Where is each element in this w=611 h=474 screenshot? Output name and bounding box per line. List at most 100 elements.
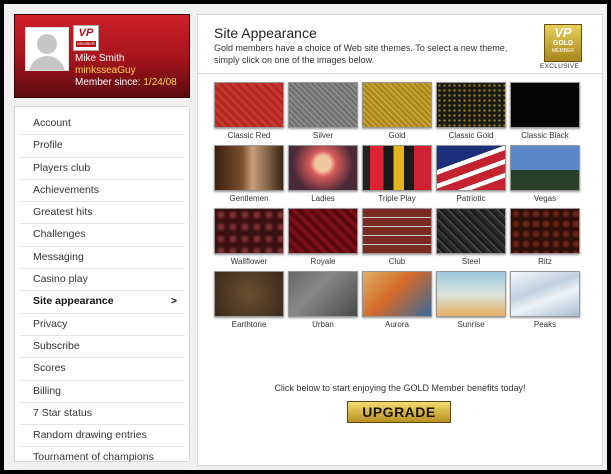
sidebar-item-scores[interactable]: Scores (19, 358, 185, 381)
main-panel: Site Appearance Gold members have a choi… (197, 14, 603, 466)
theme-silver[interactable]: Silver (288, 82, 358, 140)
sidebar-item-challenges[interactable]: Challenges (19, 224, 185, 247)
sidebar-item-label: Tournament of champions (33, 451, 154, 464)
sidebar-item-billing[interactable]: Billing (19, 381, 185, 403)
theme-label: Patriotic (456, 194, 486, 203)
theme-label: Urban (312, 320, 334, 329)
theme-classic-black[interactable]: Classic Black (510, 82, 580, 140)
sidebar-item-casino-play[interactable]: Casino play (19, 269, 185, 292)
theme-label: Triple Play (378, 194, 416, 203)
theme-swatch-patriotic[interactable] (436, 145, 506, 191)
sidebar-item-privacy[interactable]: Privacy (19, 314, 185, 336)
theme-aurora[interactable]: Aurora (362, 271, 432, 329)
gold-badge-member: MEMBER (552, 48, 574, 54)
sidebar-item-players-club[interactable]: Players club (19, 158, 185, 180)
theme-label: Steel (461, 257, 481, 266)
theme-vegas[interactable]: Vegas (510, 145, 580, 203)
theme-label: Classic Gold (448, 131, 494, 140)
badge-vp-text: VP (78, 27, 94, 39)
member-since: Member since: 1/24/08 (75, 77, 177, 88)
page-frame: VP MEMBER Mike Smith minksseaGuy Member … (4, 4, 607, 470)
theme-swatch-triple-play[interactable] (362, 145, 432, 191)
theme-gentlemen[interactable]: Gentlemen (214, 145, 284, 203)
theme-label: Sunrise (457, 320, 485, 329)
theme-urban[interactable]: Urban (288, 271, 358, 329)
theme-earthtone[interactable]: Earthtone (214, 271, 284, 329)
avatar (25, 27, 69, 71)
sidebar-item-achievements[interactable]: Achievements (19, 180, 185, 203)
theme-swatch-sunrise[interactable] (436, 271, 506, 317)
theme-classic-red[interactable]: Classic Red (214, 82, 284, 140)
theme-ladies[interactable]: Ladies (288, 145, 358, 203)
sidebar-item-random-drawing-entries[interactable]: Random drawing entries (19, 425, 185, 448)
theme-swatch-classic-red[interactable] (214, 82, 284, 128)
theme-swatch-earthtone[interactable] (214, 271, 284, 317)
theme-swatch-aurora[interactable] (362, 271, 432, 317)
theme-label: Peaks (533, 320, 557, 329)
theme-swatch-gold[interactable] (362, 82, 432, 128)
theme-label: Ladies (311, 194, 335, 203)
sidebar-item-account[interactable]: Account (19, 113, 185, 136)
theme-label: Aurora (384, 320, 409, 329)
theme-label: Gold (388, 131, 406, 140)
theme-swatch-ladies[interactable] (288, 145, 358, 191)
theme-triple-play[interactable]: Triple Play (362, 145, 432, 203)
sidebar-item-label: Messaging (33, 250, 84, 263)
theme-swatch-steel[interactable] (436, 208, 506, 254)
theme-swatch-peaks[interactable] (510, 271, 580, 317)
member-since-label: Member since: (75, 77, 141, 88)
profile-name: Mike Smith (75, 53, 125, 64)
theme-wallflower[interactable]: Wallflower (214, 208, 284, 266)
theme-label: Wallflower (230, 257, 268, 266)
theme-royale[interactable]: Royale (288, 208, 358, 266)
sidebar-item-site-appearance[interactable]: Site appearance > (19, 291, 185, 314)
sidebar-item-label: 7 Star status (33, 406, 92, 419)
theme-swatch-royale[interactable] (288, 208, 358, 254)
theme-swatch-ritz[interactable] (510, 208, 580, 254)
sidebar-item-profile[interactable]: Profile (19, 135, 185, 158)
theme-label: Classic Black (521, 131, 569, 140)
sidebar-item-label: Site appearance (33, 295, 114, 308)
theme-peaks[interactable]: Peaks (510, 271, 580, 329)
page-description: Gold members have a choice of Web site t… (214, 43, 508, 65)
sidebar-item-label: Random drawing entries (33, 429, 147, 442)
theme-swatch-club[interactable] (362, 208, 432, 254)
sidebar-item-subscribe[interactable]: Subscribe (19, 336, 185, 359)
vp-gold-badge: VP GOLD MEMBER (544, 24, 582, 62)
sidebar-item-label: Scores (33, 362, 66, 375)
theme-patriotic[interactable]: Patriotic (436, 145, 506, 203)
theme-steel[interactable]: Steel (436, 208, 506, 266)
page-title: Site Appearance (214, 25, 317, 41)
theme-gold[interactable]: Gold (362, 82, 432, 140)
sidebar-item-messaging[interactable]: Messaging (19, 247, 185, 270)
upgrade-button[interactable]: UPGRADE (347, 401, 451, 423)
theme-label: Ritz (538, 257, 552, 266)
theme-club[interactable]: Club (362, 208, 432, 266)
exclusive-label: EXCLUSIVE (540, 63, 580, 70)
profile-username[interactable]: minksseaGuy (75, 65, 136, 76)
sidebar-item-tournament-of-champions[interactable]: Tournament of champions (19, 447, 185, 470)
theme-swatch-urban[interactable] (288, 271, 358, 317)
sidebar-item-label: Privacy (33, 317, 68, 330)
theme-ritz[interactable]: Ritz (510, 208, 580, 266)
theme-swatch-gentlemen[interactable] (214, 145, 284, 191)
profile-card: VP MEMBER Mike Smith minksseaGuy Member … (14, 14, 190, 98)
theme-classic-gold[interactable]: Classic Gold (436, 82, 506, 140)
sidebar-item-label: Challenges (33, 228, 86, 241)
sidebar-item-7-star-status[interactable]: 7 Star status (19, 403, 185, 426)
theme-swatch-classic-gold[interactable] (436, 82, 506, 128)
theme-swatch-vegas[interactable] (510, 145, 580, 191)
theme-swatch-wallflower[interactable] (214, 208, 284, 254)
vp-member-badge: VP MEMBER (73, 25, 99, 51)
sidebar-item-label: Achievements (33, 183, 99, 196)
theme-sunrise[interactable]: Sunrise (436, 271, 506, 329)
sidebar-item-greatest-hits[interactable]: Greatest hits (19, 202, 185, 225)
sidebar-item-label: Account (33, 117, 71, 129)
sidebar-item-label: Billing (33, 384, 62, 397)
sidebar-item-label: Subscribe (33, 339, 80, 352)
gold-badge-gold: GOLD (552, 40, 574, 47)
theme-label: Club (388, 257, 406, 266)
theme-swatch-silver[interactable] (288, 82, 358, 128)
theme-label: Vegas (533, 194, 557, 203)
theme-swatch-classic-black[interactable] (510, 82, 580, 128)
